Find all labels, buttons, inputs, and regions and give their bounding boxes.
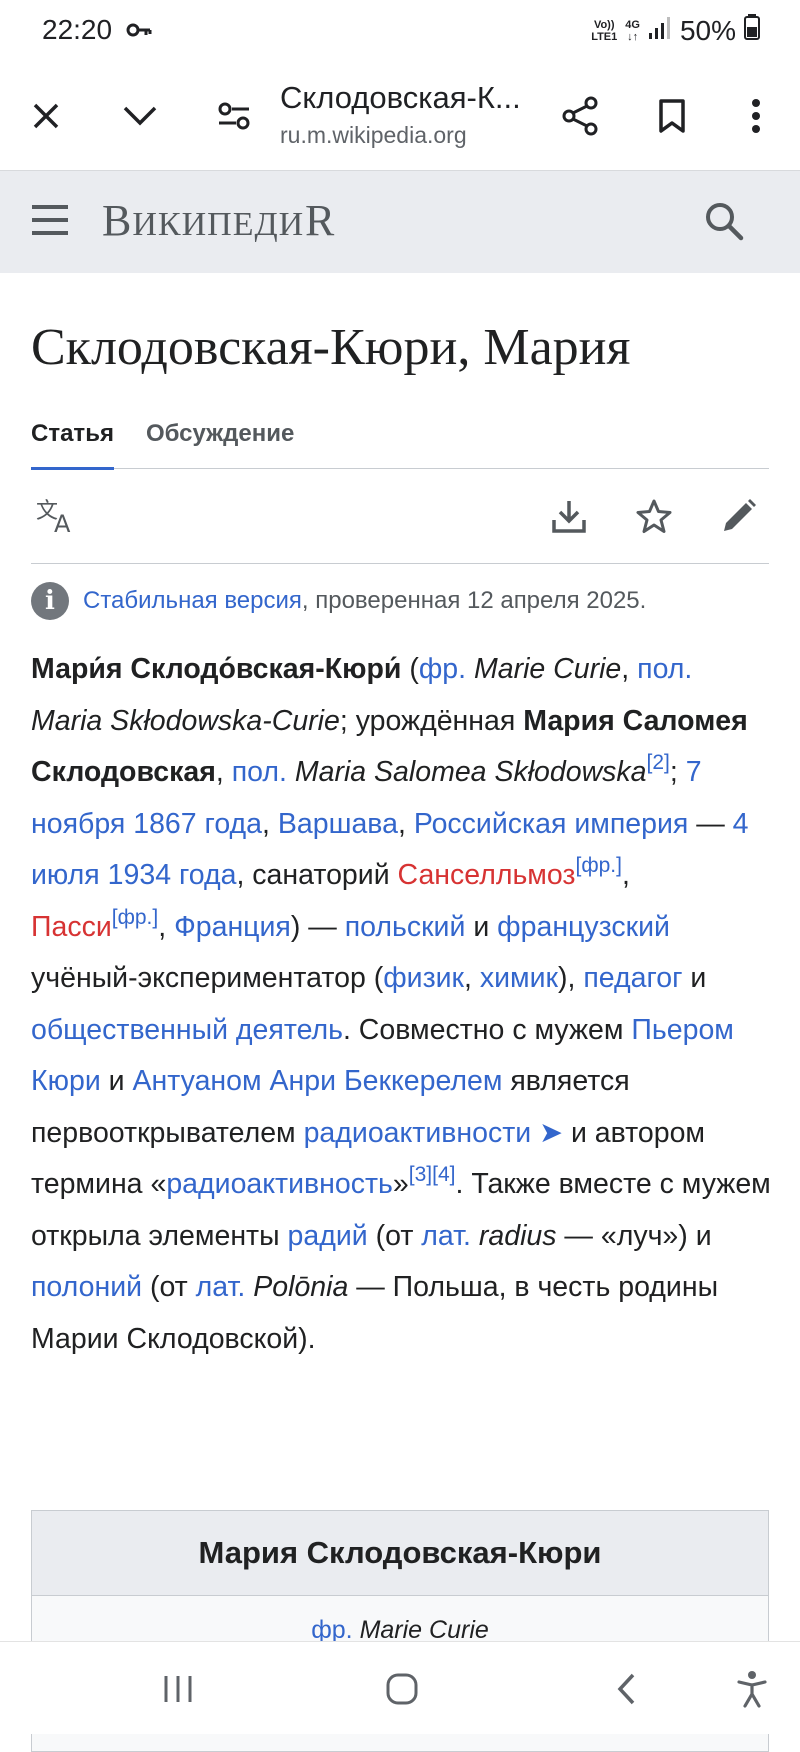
stable-version-date: , проверенная 12 апреля 2025. <box>301 587 647 614</box>
article-intro: Мари́я Склодо́вская-Кюри́ (фр. Marie Cur… <box>31 644 771 1365</box>
interlanguage-link[interactable]: [фр.] <box>576 854 622 877</box>
edit-icon[interactable] <box>717 494 761 538</box>
link-french[interactable]: французский <box>497 911 670 943</box>
page-title: Склодовская-Кюри, Мария <box>31 319 631 376</box>
page-actions: 文A <box>31 470 769 564</box>
close-icon[interactable] <box>22 92 70 140</box>
reference-link[interactable]: [3][4] <box>409 1163 456 1186</box>
signal-icon <box>648 15 672 47</box>
volte-indicator: Vo)) LTE1 <box>591 18 618 43</box>
share-icon[interactable] <box>556 92 604 140</box>
interlanguage-link[interactable]: [фр.] <box>112 906 158 929</box>
info-icon: i <box>31 582 69 620</box>
redlink-passy[interactable]: Пасси <box>31 911 112 943</box>
chevron-down-icon[interactable] <box>116 92 164 140</box>
link-latin[interactable]: лат. <box>421 1220 471 1252</box>
link-lang-pl[interactable]: пол. <box>637 653 692 685</box>
key-icon <box>126 22 152 43</box>
url-domain: ru.m.wikipedia.org <box>280 122 467 148</box>
redlink-sancellemoz[interactable]: Санселльмоз <box>398 859 576 891</box>
browser-toolbar: Склодовская-К... ru.m.wikipedia.org <box>0 62 800 170</box>
menu-icon[interactable] <box>30 203 70 242</box>
link-polish[interactable]: польский <box>345 911 466 943</box>
bookmark-icon[interactable] <box>648 92 696 140</box>
link-physicist[interactable]: физик <box>383 962 464 994</box>
link-france[interactable]: Франция <box>174 911 291 943</box>
link-becquerel[interactable]: Антуаном Анри Беккерелем <box>133 1065 503 1097</box>
battery-percent: 50% <box>679 14 736 46</box>
download-icon[interactable] <box>547 494 591 538</box>
link-warsaw[interactable]: Варшава <box>278 808 398 840</box>
link-russian-empire[interactable]: Российская империя <box>414 808 689 840</box>
wikipedia-logo[interactable]: Википедия <box>102 195 335 246</box>
wiki-header: Википедия <box>0 170 800 273</box>
link-radioactivity-audio[interactable]: радиоактивности ➤ <box>304 1117 563 1149</box>
link-teacher[interactable]: педагог <box>583 962 682 994</box>
link-radioactivity[interactable]: радиоактивность <box>166 1168 393 1200</box>
star-icon[interactable] <box>632 494 676 538</box>
status-time: 22:20 <box>42 14 113 45</box>
subject-name: Мари́я Склодо́вская-Кюри́ <box>31 653 402 685</box>
link-polonium[interactable]: полоний <box>31 1271 142 1303</box>
infobox-title: Мария Склодовская-Кюри <box>32 1511 768 1596</box>
link-chemist[interactable]: химик <box>480 962 558 994</box>
status-bar: 22:20 Vo)) LTE1 4G ↓↑ 50% <box>0 0 800 62</box>
browser-page-title: Склодовская-К... <box>280 80 521 115</box>
tab-article[interactable]: Статья <box>31 420 114 470</box>
link-radium[interactable]: радий <box>288 1220 368 1252</box>
recents-icon[interactable] <box>150 1664 206 1714</box>
search-icon[interactable] <box>704 201 744 246</box>
tab-talk[interactable]: Обсуждение <box>146 420 294 448</box>
link-lang-pl[interactable]: пол. <box>232 756 287 788</box>
more-vert-icon[interactable] <box>732 92 780 140</box>
site-settings-icon[interactable] <box>210 92 258 140</box>
link-lang-fr[interactable]: фр. <box>419 653 466 685</box>
stable-version-link[interactable]: Стабильная версия <box>83 587 302 615</box>
link-public-figure[interactable]: общественный деятель <box>31 1014 343 1046</box>
link-latin[interactable]: лат. <box>196 1271 246 1303</box>
system-navigation-bar <box>0 1641 800 1734</box>
accessibility-icon[interactable] <box>724 1664 780 1714</box>
network-type: 4G ↓↑ <box>625 18 640 43</box>
link-lang-fr[interactable]: фр. <box>311 1616 352 1644</box>
reference-link[interactable]: [2] <box>647 751 670 774</box>
home-icon[interactable] <box>374 1664 430 1714</box>
stable-version-note: i Стабильная версия , проверенная 12 апр… <box>31 582 646 620</box>
namespace-tabs: Статья Обсуждение <box>31 410 769 470</box>
intro-paragraph: Мари́я Склодо́вская-Кюри́ (фр. Marie Cur… <box>31 653 771 1355</box>
battery-icon <box>744 14 760 47</box>
url-bar[interactable]: Склодовская-К... ru.m.wikipedia.org <box>280 80 545 149</box>
language-icon[interactable]: 文A <box>35 494 79 538</box>
back-icon[interactable] <box>598 1664 654 1714</box>
svg-text:A: A <box>54 510 71 534</box>
